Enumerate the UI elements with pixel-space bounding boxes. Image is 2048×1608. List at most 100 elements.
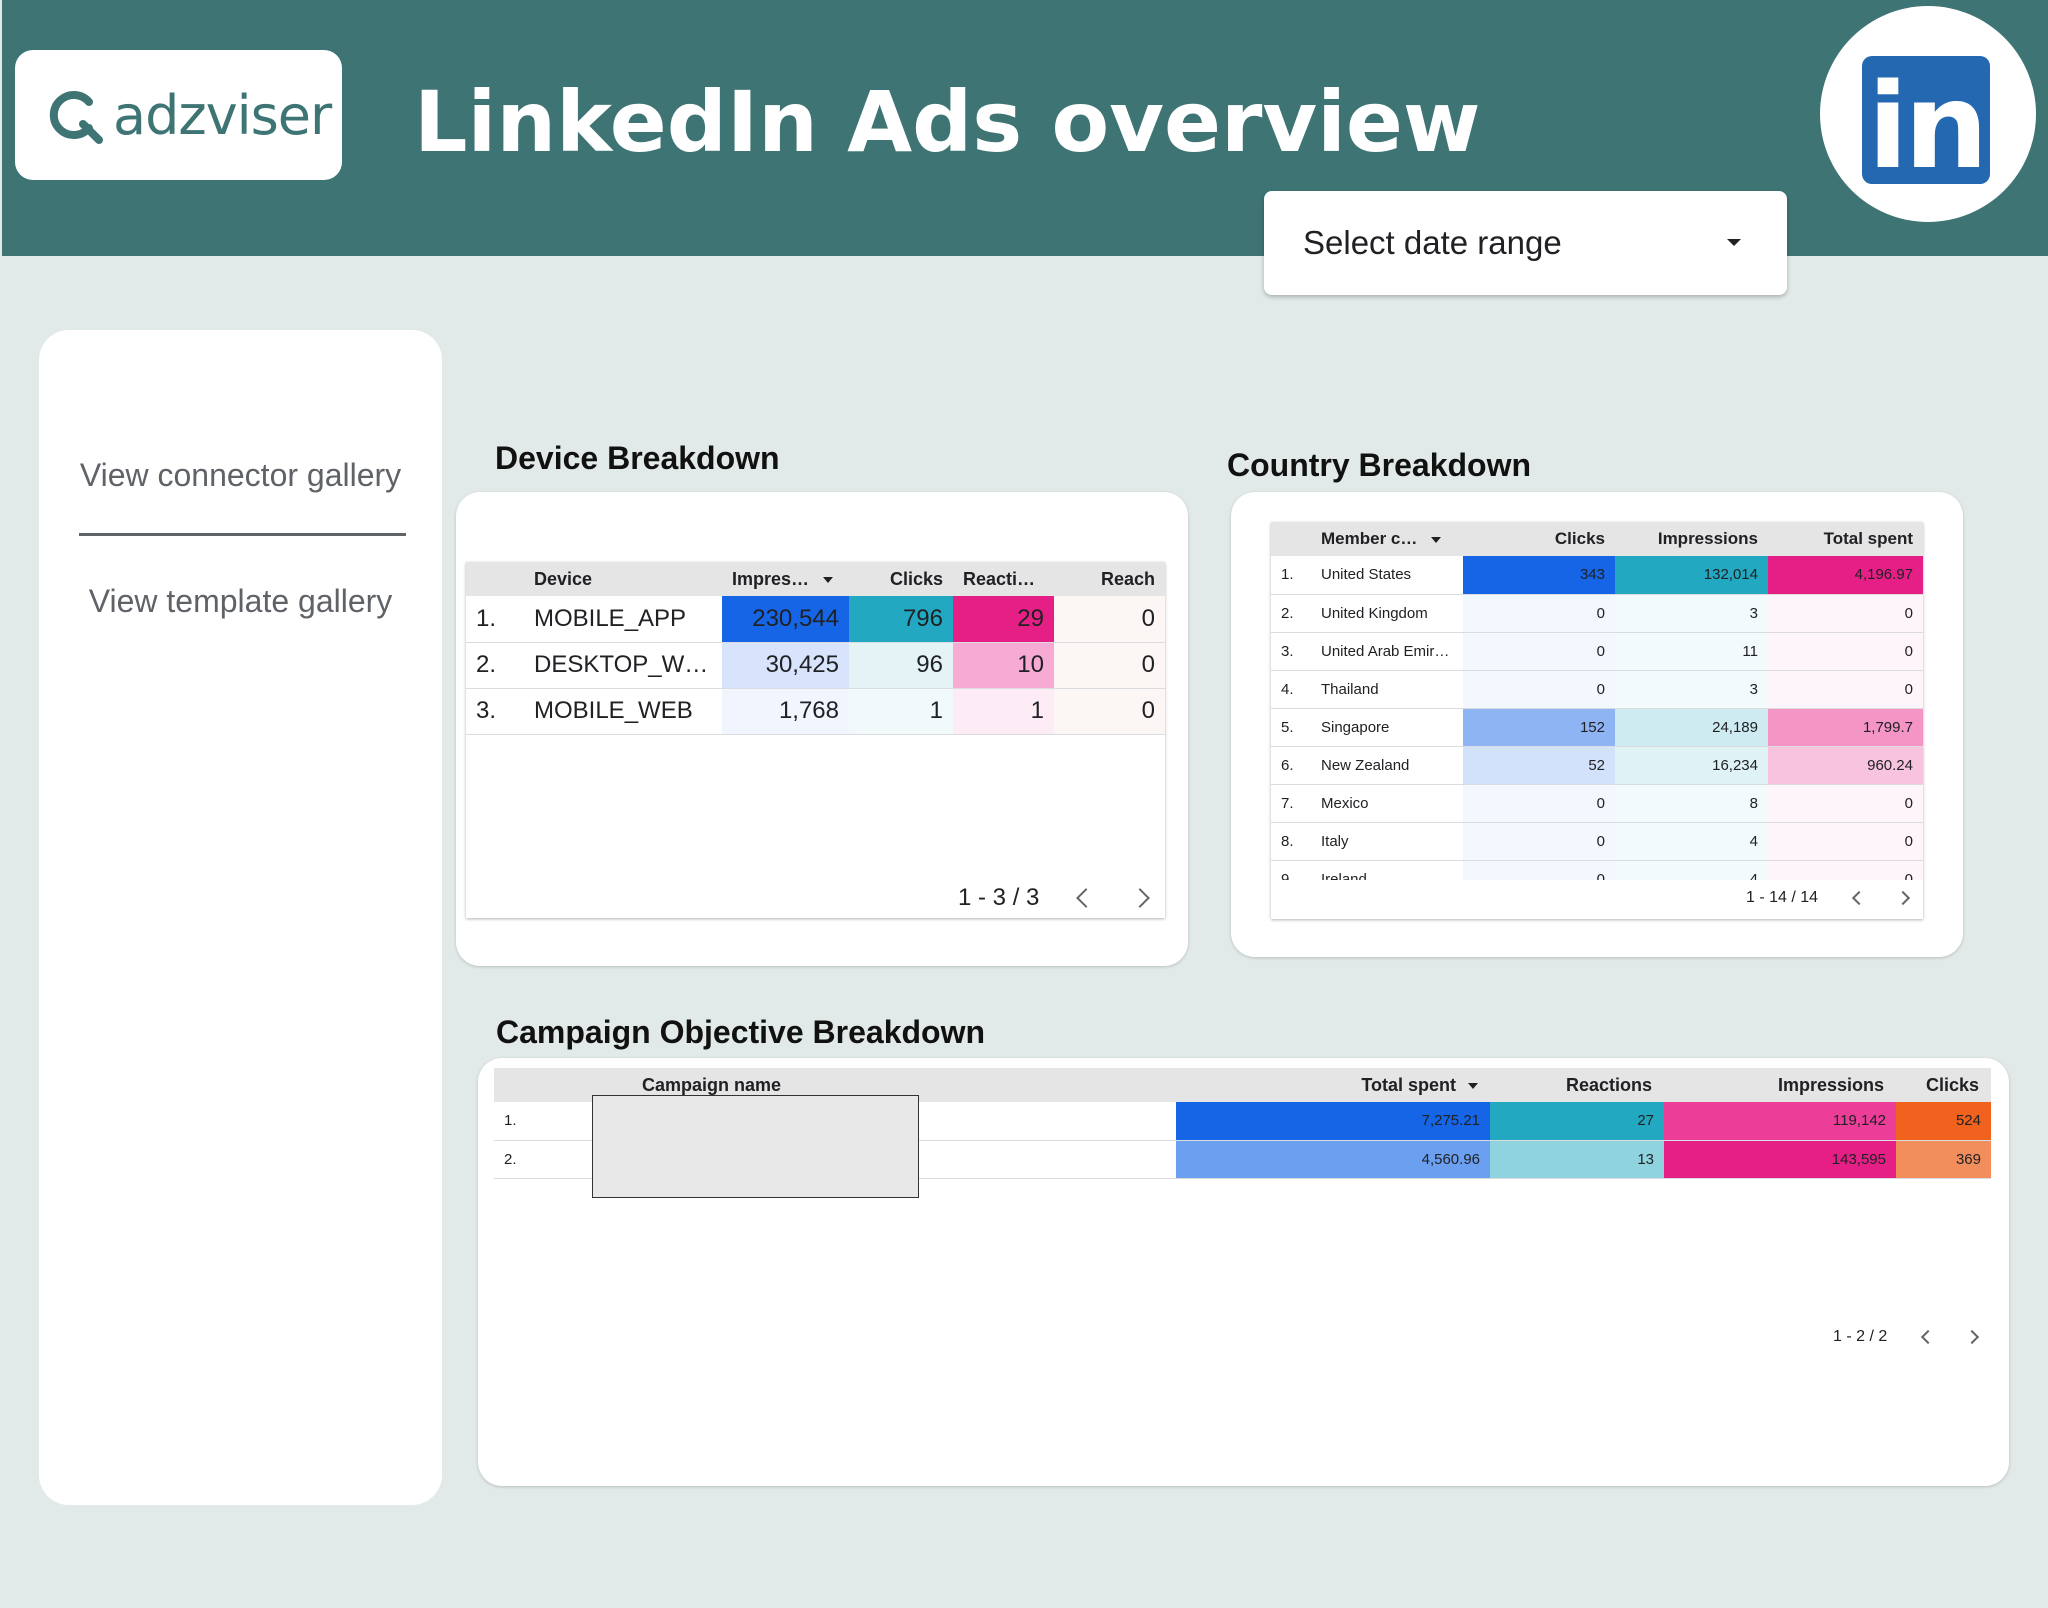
row-index: 8. [1271,822,1311,861]
total-spent-header[interactable]: Total spent [1176,1068,1490,1102]
country-name: Ireland [1311,860,1463,880]
view-template-gallery-link[interactable]: View template gallery [39,583,442,620]
impressions-cell: 16,234 [1615,746,1768,785]
table-row: 4. Thailand 0 3 0 [1271,670,1923,709]
table-row: 7. Mexico 0 8 0 [1271,784,1923,823]
row-index: 2. [466,642,524,689]
row-index: 1. [466,596,524,643]
total-spent-cell: 4,560.96 [1176,1140,1490,1179]
row-index: 7. [1271,784,1311,823]
date-range-select[interactable]: Select date range [1264,191,1787,295]
impressions-cell: 11 [1615,632,1768,671]
clicks-cell: 0 [1463,670,1615,709]
impressions-cell: 1,768 [722,688,849,735]
impressions-cell: 4 [1615,822,1768,861]
prev-page-icon[interactable] [1076,888,1097,908]
adzviser-logo[interactable]: adzviser [15,50,342,180]
country-breakdown-title: Country Breakdown [1227,447,1532,483]
impressions-header[interactable]: Impressions [1664,1068,1896,1102]
member-country-header-label: Member c… [1321,529,1418,548]
impressions-cell: 3 [1615,670,1768,709]
clicks-cell: 343 [1463,556,1615,595]
country-name: United Kingdom [1311,594,1463,633]
row-index: 6. [1271,746,1311,785]
total-spent-cell: 0 [1768,784,1923,823]
impressions-header[interactable]: Impres… [722,562,849,596]
sidebar-divider [79,533,406,536]
reactions-cell: 29 [953,596,1054,643]
prev-page-icon[interactable] [1851,890,1867,906]
pagination-text: 1 - 14 / 14 [1746,889,1819,906]
reactions-cell: 10 [953,642,1054,689]
reactions-header[interactable]: Reactions [1490,1068,1664,1102]
clicks-cell: 52 [1463,746,1615,785]
prev-page-icon[interactable] [1921,1329,1936,1345]
table-row: 5. Singapore 152 24,189 1,799.7 [1271,708,1923,747]
impressions-header-label: Impres… [732,568,810,589]
pagination-text: 1 - 2 / 2 [1833,1328,1888,1345]
linkedin-logo: in [1820,6,2036,222]
total-spent-cell: 0 [1768,632,1923,671]
device-name: MOBILE_APP [524,596,722,643]
country-name: Thailand [1311,670,1463,709]
sidebar-panel: View connector gallery View template gal… [39,330,442,1505]
row-index: 9. [1271,860,1311,880]
table-row: 3. MOBILE_WEB 1,768 1 1 0 [466,688,1165,735]
country-name: United Arab Emir… [1311,632,1463,671]
clicks-header[interactable]: Clicks [849,562,953,596]
row-index: 2. [494,1140,594,1179]
table-row: 1. MOBILE_APP 230,544 796 29 0 [466,596,1165,643]
linkedin-logo-text: in [1867,57,1988,195]
reactions-cell: 27 [1490,1102,1664,1141]
row-index: 5. [1271,708,1311,747]
reach-cell: 0 [1054,642,1165,689]
country-table-scroll[interactable]: Member c… Clicks Impressions Total spent… [1271,522,1923,880]
reach-cell: 0 [1054,596,1165,643]
campaign-pagination: 1 - 2 / 2 [1833,1328,1980,1346]
redacted-campaign-names [592,1095,919,1198]
country-name: New Zealand [1311,746,1463,785]
table-row: 1. United States 343 132,014 4,196.97 [1271,556,1923,595]
next-page-icon[interactable] [1130,888,1151,908]
total-spent-cell: 0 [1768,594,1923,633]
table-row: 2. United Kingdom 0 3 0 [1271,594,1923,633]
device-header[interactable]: Device [524,562,722,596]
table-header-row: Member c… Clicks Impressions Total spent [1271,522,1923,556]
table-row: 9. Ireland 0 4 0 [1271,860,1923,880]
next-page-icon[interactable] [1895,890,1911,906]
device-pagination: 1 - 3 / 3 [958,884,1151,912]
next-page-icon[interactable] [1965,1329,1980,1345]
impressions-cell: 132,014 [1615,556,1768,595]
clicks-cell: 0 [1463,784,1615,823]
table-row: 3. United Arab Emir… 0 11 0 [1271,632,1923,671]
total-spent-header-label: Total spent [1361,1074,1456,1095]
linkedin-icon: in [1862,56,1990,195]
campaign-breakdown-title: Campaign Objective Breakdown [496,1014,986,1050]
clicks-cell: 0 [1463,632,1615,671]
clicks-cell: 96 [849,642,953,689]
index-header [494,1068,594,1102]
country-name: Singapore [1311,708,1463,747]
impressions-cell: 4 [1615,860,1768,880]
total-spent-header[interactable]: Total spent [1768,522,1923,556]
impressions-cell: 143,595 [1664,1140,1896,1179]
table-row: 6. New Zealand 52 16,234 960.24 [1271,746,1923,785]
member-country-header[interactable]: Member c… [1311,522,1463,556]
view-connector-gallery-link[interactable]: View connector gallery [39,457,442,494]
total-spent-cell: 4,196.97 [1768,556,1923,595]
clicks-cell: 0 [1463,860,1615,880]
reactions-header[interactable]: Reactio… [953,562,1054,596]
total-spent-cell: 0 [1768,822,1923,861]
total-spent-cell: 7,275.21 [1176,1102,1490,1141]
country-table: Member c… Clicks Impressions Total spent… [1271,522,1923,919]
row-index: 2. [1271,594,1311,633]
clicks-header[interactable]: Clicks [1896,1068,1991,1102]
index-header [466,562,524,596]
impressions-header[interactable]: Impressions [1615,522,1768,556]
reach-header[interactable]: Reach [1054,562,1165,596]
device-name: MOBILE_WEB [524,688,722,735]
row-index: 1. [1271,556,1311,595]
impressions-cell: 119,142 [1664,1102,1896,1141]
clicks-header[interactable]: Clicks [1463,522,1615,556]
index-header [1271,522,1311,556]
